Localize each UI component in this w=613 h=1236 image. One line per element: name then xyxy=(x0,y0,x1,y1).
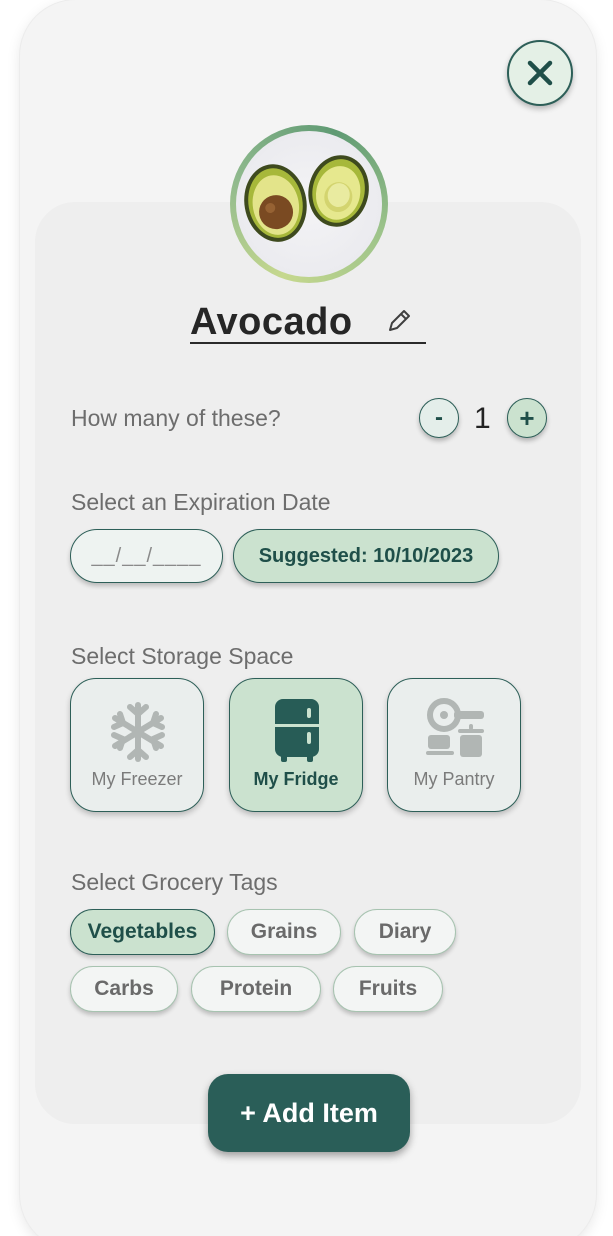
item-name: Avocado xyxy=(190,301,353,343)
tag-grains[interactable]: Grains xyxy=(227,909,341,955)
increment-button[interactable]: + xyxy=(507,398,547,438)
close-icon xyxy=(527,60,553,86)
quantity-label: How many of these? xyxy=(71,405,281,431)
edit-name-button[interactable] xyxy=(386,308,412,334)
storage-option-label: My Freezer xyxy=(91,769,183,789)
tag-diary[interactable]: Diary xyxy=(354,909,456,955)
tag-carbs[interactable]: Carbs xyxy=(70,966,178,1012)
storage-option-pantry[interactable]: My Pantry xyxy=(387,678,521,812)
suggested-date-button[interactable]: Suggested: 10/10/2023 xyxy=(233,529,499,583)
item-photo-frame[interactable] xyxy=(230,125,388,283)
avocado-photo xyxy=(236,131,382,277)
storage-option-label: My Fridge xyxy=(253,769,339,789)
add-item-button[interactable]: + Add Item xyxy=(208,1074,410,1152)
fridge-icon xyxy=(275,699,319,762)
pencil-icon xyxy=(389,310,410,331)
snowflake-icon xyxy=(111,702,165,762)
decrement-button[interactable]: - xyxy=(419,398,459,438)
quantity-value: 1 xyxy=(474,402,491,435)
expiration-label: Select an Expiration Date xyxy=(71,489,331,515)
item-title: Avocado xyxy=(190,300,426,344)
tag-protein[interactable]: Protein xyxy=(191,966,321,1012)
expiration-date-input[interactable]: __/__/____ xyxy=(70,529,223,583)
tags-label: Select Grocery Tags xyxy=(71,869,278,895)
storage-option-freezer[interactable]: My Freezer xyxy=(70,678,204,812)
storage-option-label: My Pantry xyxy=(413,769,495,789)
pantry-icon xyxy=(426,698,484,757)
storage-option-fridge[interactable]: My Fridge xyxy=(229,678,363,812)
close-button[interactable] xyxy=(507,40,573,106)
storage-label: Select Storage Space xyxy=(71,643,294,669)
tag-vegetables[interactable]: Vegetables xyxy=(70,909,215,955)
tag-fruits[interactable]: Fruits xyxy=(333,966,443,1012)
